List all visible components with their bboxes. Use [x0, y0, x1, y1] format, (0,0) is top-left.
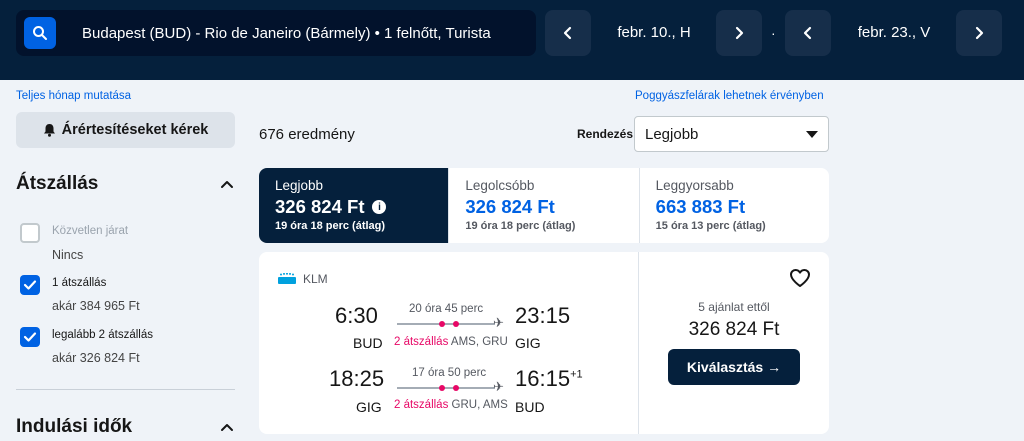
chevron-right-icon	[735, 26, 744, 40]
filter-sub: akár 384 965 Ft	[52, 299, 140, 313]
full-month-link[interactable]: Teljes hónap mutatása	[16, 90, 131, 102]
sort-label: Rendezés	[577, 127, 634, 141]
next-day-indicator: +1	[570, 368, 583, 381]
date-separator: ·	[771, 25, 776, 41]
chevron-right-icon	[975, 26, 984, 40]
arrival-time-value: 16:15	[515, 366, 571, 391]
search-summary-text: Budapest (BUD) - Rio de Janeiro (Bármely…	[82, 24, 491, 42]
filter-label: 1 átszállás	[52, 277, 107, 289]
two-plus-stops-checkbox[interactable]	[20, 327, 40, 347]
one-stop-checkbox[interactable]	[20, 275, 40, 295]
card-divider	[638, 252, 639, 434]
baggage-fees-link[interactable]: Poggyászfelárak lehetnek érvényben	[635, 90, 824, 102]
flight-duration: 20 óra 45 perc	[409, 303, 484, 315]
filter-label: legalább 2 átszállás	[52, 329, 154, 341]
chevron-up-icon[interactable]	[220, 421, 234, 435]
arrival-airport: GIG	[515, 335, 541, 351]
tab-title: Legolcsóbb	[465, 178, 535, 193]
select-button-label: Kiválasztás →	[686, 359, 782, 375]
price-alert-button[interactable]: Árértesítéseket kérek	[16, 112, 235, 148]
results-count: 676 eredmény	[259, 126, 355, 143]
stops-count: 2 átszállás	[394, 399, 449, 411]
chevron-left-icon	[563, 26, 572, 40]
search-button[interactable]	[24, 17, 56, 49]
arrival-time-value: 23:15	[515, 303, 571, 328]
tab-price: 326 824 Ft	[275, 196, 365, 217]
tab-title: Leggyorsabb	[655, 178, 734, 193]
sort-select[interactable]: Legjobb	[634, 116, 829, 152]
direct-checkbox[interactable]	[20, 223, 40, 243]
tab-best[interactable]: Legjobb 326 824 Ft i 19 óra 18 perc (átl…	[259, 168, 449, 243]
filter-sub: Nincs	[52, 248, 84, 262]
search-summary-pill[interactable]: Budapest (BUD) - Rio de Janeiro (Bármely…	[16, 10, 536, 56]
stop-dot	[453, 321, 459, 327]
chevron-left-icon	[803, 26, 812, 40]
depart-date[interactable]: febr. 10., H	[600, 10, 708, 56]
stops-section-title: Átszállás	[16, 173, 99, 194]
airline-info: KLM	[277, 272, 328, 286]
plane-icon: ✈	[493, 379, 504, 394]
arrival-time: 16:15+1	[515, 366, 583, 392]
departure-time: 18:25	[329, 366, 385, 391]
departure-airport: GIG	[356, 399, 382, 415]
flight-result-card[interactable]: KLM 6:30 BUD 20 óra 45 perc ✈ 2 átszállá…	[259, 252, 829, 434]
sort-value: Legjobb	[645, 126, 699, 143]
offers-count: 5 ajánlat ettől	[698, 300, 770, 314]
flight-duration: 17 óra 50 perc	[412, 367, 487, 379]
klm-logo-icon	[278, 273, 296, 284]
arrival-airport: BUD	[515, 399, 545, 415]
stops-info: 2 átszállás AMS, GRU	[394, 336, 508, 348]
stops-info: 2 átszállás GRU, AMS	[394, 399, 508, 411]
departure-times-section-title: Indulási idők	[16, 416, 133, 437]
card-price: 326 824 Ft	[688, 319, 780, 340]
departure-airport: BUD	[353, 335, 383, 351]
stops-airports: AMS, GRU	[450, 336, 508, 348]
stops-airports: GRU, AMS	[451, 399, 508, 411]
price-alert-label: Árértesítéseket kérek	[61, 122, 209, 138]
filter-sub: akár 326 824 Ft	[52, 351, 140, 365]
depart-next-day-button[interactable]	[716, 10, 762, 56]
arrival-time: 23:15	[515, 303, 570, 329]
filter-label: Közvetlen járat	[52, 225, 129, 237]
tab-duration: 19 óra 18 perc (átlag)	[275, 220, 386, 232]
select-button[interactable]: Kiválasztás →	[668, 349, 800, 385]
route-line	[397, 321, 495, 327]
bell-icon	[43, 124, 55, 137]
top-bar: Budapest (BUD) - Rio de Janeiro (Bármely…	[0, 0, 1024, 80]
tab-title: Legjobb	[275, 178, 324, 193]
stop-dot	[439, 321, 445, 327]
caret-down-icon	[806, 131, 818, 138]
route-line	[397, 385, 495, 391]
checkmark-icon	[23, 332, 37, 342]
sort-tabs: Legjobb 326 824 Ft i 19 óra 18 perc (átl…	[259, 168, 829, 243]
airline-name: KLM	[303, 272, 328, 286]
depart-prev-day-button[interactable]	[545, 10, 591, 56]
stop-dot	[453, 385, 459, 391]
tab-fastest[interactable]: Leggyorsabb 663 883 Ft 15 óra 13 perc (á…	[638, 168, 829, 243]
search-icon	[33, 26, 47, 40]
tab-duration: 19 óra 18 perc (átlag)	[465, 220, 576, 232]
tab-cheapest[interactable]: Legolcsóbb 326 824 Ft 19 óra 18 perc (át…	[448, 168, 638, 243]
sidebar-divider	[16, 389, 235, 390]
stops-count: 2 átszállás	[394, 336, 449, 348]
checkmark-icon	[23, 280, 37, 290]
tab-duration: 15 óra 13 perc (átlag)	[655, 220, 766, 232]
chevron-up-icon[interactable]	[220, 178, 234, 192]
return-prev-day-button[interactable]	[785, 10, 831, 56]
return-next-day-button[interactable]	[956, 10, 1002, 56]
info-icon[interactable]: i	[372, 200, 387, 214]
departure-time: 6:30	[335, 303, 378, 328]
tab-price: 663 883 Ft	[655, 196, 746, 217]
heart-icon[interactable]	[789, 268, 811, 288]
stop-dot	[439, 385, 445, 391]
return-date[interactable]: febr. 23., V	[840, 10, 948, 56]
tab-price: 326 824 Ft	[465, 196, 555, 217]
plane-icon: ✈	[493, 315, 504, 330]
